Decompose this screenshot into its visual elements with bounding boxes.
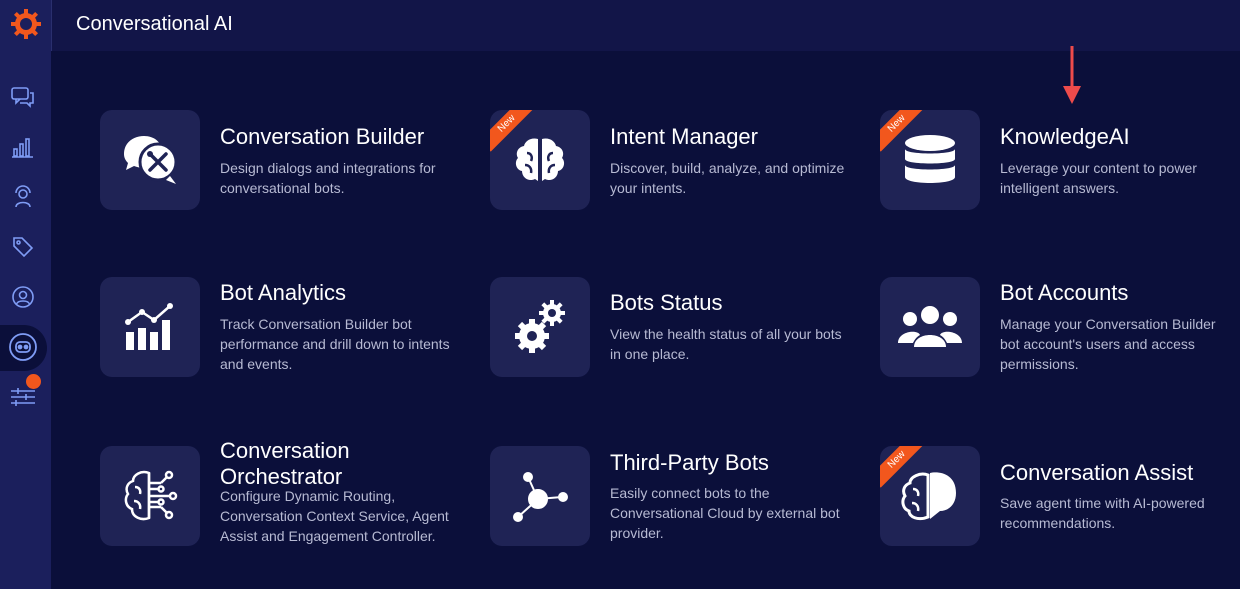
database-icon — [905, 135, 955, 183]
notification-dot — [26, 374, 41, 389]
tile-title: Conversation Orchestrator — [220, 438, 350, 489]
logo[interactable] — [0, 0, 51, 48]
app-title: Conversational AI — [76, 13, 233, 35]
tile-title: Intent Manager — [610, 124, 758, 149]
tile-knowledgeai[interactable]: New KnowledgeAI Leverage your content to… — [880, 110, 1240, 210]
tile-conversation-orchestrator[interactable]: Conversation Orchestrator Configure Dyna… — [100, 438, 480, 546]
tile-description: Leverage your content to power intellige… — [1000, 160, 1197, 196]
tile-bots-status[interactable]: Bots Status View the health status of al… — [490, 277, 870, 377]
tile-description: Manage your Conversation Builder bot acc… — [1000, 316, 1216, 372]
sidebar-item-agents[interactable] — [8, 182, 38, 212]
tile-icon-box — [100, 446, 200, 546]
tile-bot-analytics[interactable]: Bot Analytics Track Conversation Builder… — [100, 277, 480, 377]
tile-icon-box — [490, 446, 590, 546]
tile-description: Design dialogs and integrations for conv… — [220, 160, 436, 196]
tile-description: Track Conversation Builder bot performan… — [220, 316, 450, 372]
tile-icon-box — [880, 277, 980, 377]
bot-icon — [9, 333, 37, 361]
tile-description: Configure Dynamic Routing, Conversation … — [220, 488, 449, 544]
sidebar — [0, 0, 51, 589]
tile-title: Bots Status — [610, 290, 723, 315]
tile-icon-box — [100, 277, 200, 377]
tile-intent-manager[interactable]: New Intent Manager Discover, build, anal… — [490, 110, 870, 210]
sidebar-item-users[interactable] — [8, 282, 38, 312]
analytics-icon — [125, 303, 173, 350]
tile-icon-box: New — [490, 110, 590, 210]
tile-icon-box — [100, 110, 200, 210]
sidebar-item-bots[interactable] — [8, 332, 38, 362]
user-circle-icon — [12, 286, 34, 308]
gear-logo-icon — [10, 9, 41, 39]
bar-chart-icon — [12, 138, 33, 158]
tile-title: Bot Analytics — [220, 280, 346, 305]
sidebar-item-tags[interactable] — [8, 232, 38, 262]
circuit-brain-icon — [124, 470, 178, 521]
tile-description: View the health status of all your bots … — [610, 326, 842, 362]
top-bar: Conversational AI — [51, 0, 1240, 51]
tile-conversation-builder[interactable]: Conversation Builder Design dialogs and … — [100, 110, 480, 210]
tag-icon — [13, 237, 34, 258]
tile-icon-box — [490, 277, 590, 377]
sidebar-item-conversations[interactable] — [8, 82, 38, 112]
chat-tools-icon — [124, 136, 178, 184]
tile-title: Conversation Assist — [1000, 460, 1194, 485]
gears-icon — [515, 300, 565, 353]
tile-title: Third-Party Bots — [610, 450, 769, 475]
brain-chat-icon — [901, 472, 956, 521]
agent-icon — [15, 185, 31, 208]
tile-title: Bot Accounts — [1000, 280, 1129, 305]
tile-icon-box: New — [880, 446, 980, 546]
tile-description: Easily connect bots to the Conversationa… — [610, 485, 840, 541]
tile-third-party-bots[interactable]: Third-Party Bots Easily connect bots to … — [490, 446, 870, 546]
pointer-arrow-icon — [1063, 46, 1081, 104]
users-icon — [898, 306, 962, 347]
tile-title: Conversation Builder — [220, 124, 425, 149]
tile-conversation-assist[interactable]: New Conversation Assist Save agent time … — [880, 446, 1240, 546]
sidebar-item-analytics[interactable] — [8, 132, 38, 162]
tile-description: Discover, build, analyze, and optimize y… — [610, 160, 845, 196]
tile-icon-box: New — [880, 110, 980, 210]
tile-bot-accounts[interactable]: Bot Accounts Manage your Conversation Bu… — [880, 277, 1240, 377]
brain-icon — [515, 138, 565, 181]
chat-bubbles-icon — [11, 87, 34, 108]
network-icon — [513, 472, 568, 522]
tile-description: Save agent time with AI-powered recommen… — [1000, 495, 1205, 531]
tile-title: KnowledgeAI — [1000, 124, 1130, 149]
